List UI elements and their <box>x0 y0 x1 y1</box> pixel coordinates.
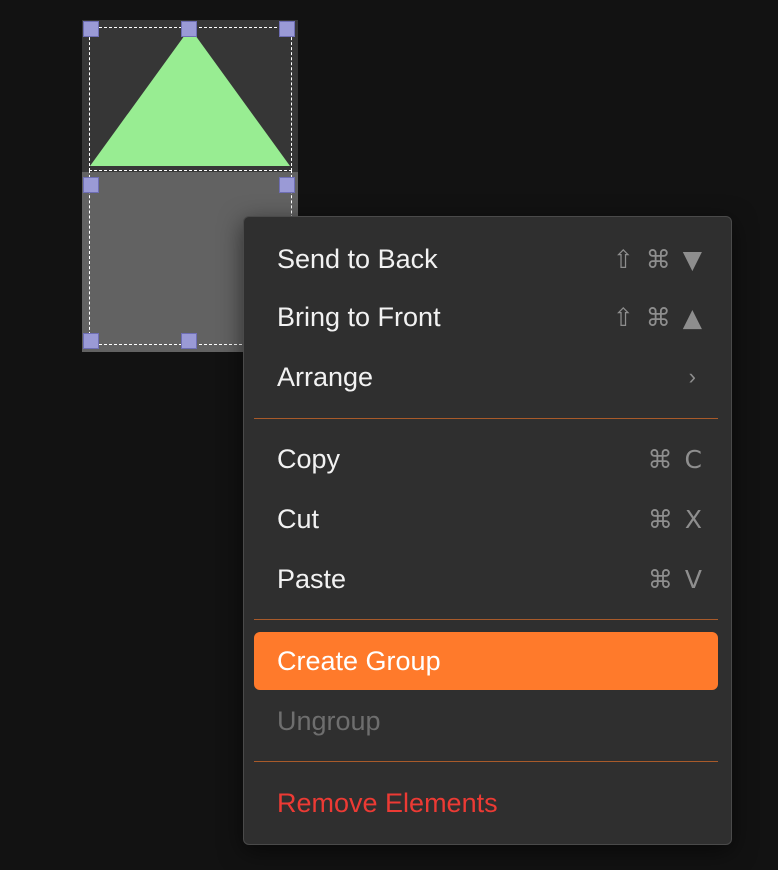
resize-handle-bottom-left[interactable] <box>83 333 99 349</box>
menu-item-copy[interactable]: Copy ⌘ C <box>254 430 718 488</box>
menu-item-label: Paste <box>277 563 347 594</box>
shortcut-key: C <box>684 444 702 474</box>
menu-item-remove-elements[interactable]: Remove Elements <box>254 774 718 832</box>
menu-item-label: Create Group <box>277 645 441 676</box>
menu-item-create-group[interactable]: Create Group <box>254 632 718 690</box>
menu-item-label: Copy <box>277 443 341 474</box>
design-canvas[interactable]: Send to Back ⇧ ⌘ ▼ Bring to Front ⇧ ⌘ ▲ … <box>0 0 778 870</box>
menu-separator <box>254 619 718 620</box>
shortcut-key: X <box>684 504 702 534</box>
resize-handle-top-center[interactable] <box>181 21 197 37</box>
resize-handle-bottom-center[interactable] <box>181 333 197 349</box>
command-icon: ⌘ <box>645 244 671 274</box>
menu-item-bring-to-front[interactable]: Bring to Front ⇧ ⌘ ▲ <box>254 288 718 346</box>
arrow-down-icon: ▼ <box>682 244 702 274</box>
shortcut-send-to-back: ⇧ ⌘ ▼ <box>613 245 702 274</box>
resize-handle-top-right[interactable] <box>279 21 295 37</box>
command-icon: ⌘ <box>647 504 673 534</box>
resize-handle-top-left[interactable] <box>83 21 99 37</box>
context-menu: Send to Back ⇧ ⌘ ▼ Bring to Front ⇧ ⌘ ▲ … <box>243 216 732 845</box>
shortcut-cut: ⌘ X <box>648 505 702 534</box>
resize-handle-middle-left[interactable] <box>83 177 99 193</box>
menu-item-label: Send to Back <box>277 243 438 274</box>
menu-item-label: Cut <box>277 503 320 534</box>
command-icon: ⌘ <box>647 444 673 474</box>
menu-item-label: Remove Elements <box>277 787 498 818</box>
menu-item-label: Arrange <box>277 361 374 392</box>
shift-icon: ⇧ <box>612 244 634 274</box>
menu-item-paste[interactable]: Paste ⌘ V <box>254 550 718 608</box>
chevron-right-icon: › <box>688 364 696 389</box>
shift-icon: ⇧ <box>612 302 634 332</box>
selection-outline-triangle <box>89 27 292 171</box>
shortcut-copy: ⌘ C <box>648 445 702 474</box>
shortcut-bring-to-front: ⇧ ⌘ ▲ <box>613 303 702 332</box>
menu-item-ungroup[interactable]: Ungroup <box>254 692 718 750</box>
command-icon: ⌘ <box>647 564 673 594</box>
menu-item-cut[interactable]: Cut ⌘ X <box>254 490 718 548</box>
menu-item-label: Ungroup <box>277 705 381 736</box>
menu-item-send-to-back[interactable]: Send to Back ⇧ ⌘ ▼ <box>254 230 718 288</box>
menu-item-label: Bring to Front <box>277 301 441 332</box>
shortcut-paste: ⌘ V <box>648 565 702 594</box>
arrow-up-icon: ▲ <box>682 302 702 332</box>
resize-handle-middle-right[interactable] <box>279 177 295 193</box>
command-icon: ⌘ <box>645 302 671 332</box>
shortcut-key: V <box>684 564 702 594</box>
menu-separator <box>254 418 718 419</box>
menu-separator <box>254 761 718 762</box>
menu-item-arrange[interactable]: Arrange › <box>254 348 718 406</box>
